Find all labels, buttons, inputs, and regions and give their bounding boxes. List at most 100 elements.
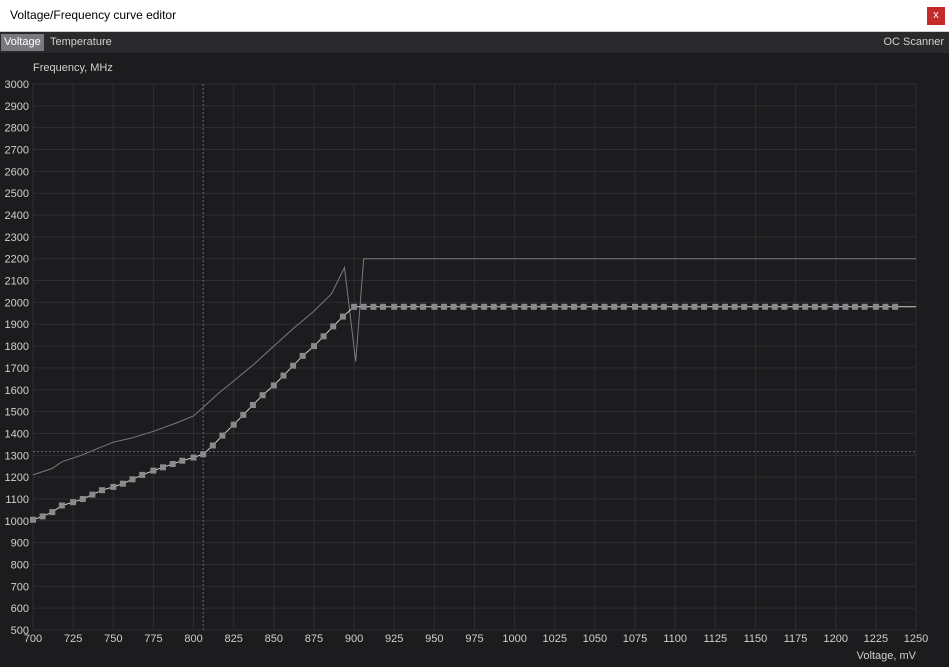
vf-curve-point: [490, 303, 497, 310]
y-tick-label: 2600: [5, 166, 29, 178]
vf-curve-point: [611, 303, 618, 310]
vf-curve-point: [641, 303, 648, 310]
x-tick-label: 900: [345, 633, 363, 645]
x-axis-label: Voltage, mV: [857, 650, 917, 662]
vf-curve-point: [842, 303, 849, 310]
x-tick-label: 800: [184, 633, 202, 645]
tab-temperature[interactable]: Temperature: [47, 34, 115, 51]
x-tick-label: 1225: [864, 633, 888, 645]
vf-curve-point: [882, 303, 889, 310]
vf-curve-point: [179, 457, 186, 464]
vf-curve-point: [852, 303, 858, 310]
y-axis-ticks: 5006007008009001000110012001300140015001…: [5, 79, 29, 637]
vf-curve-point: [110, 483, 117, 490]
vf-curve-point: [169, 461, 176, 467]
vf-curve-point: [129, 476, 136, 483]
vf-curve-point: [320, 333, 327, 340]
x-tick-label: 725: [64, 633, 82, 645]
vf-curve-point: [380, 303, 386, 310]
vf-curve-point: [89, 491, 96, 498]
vf-curve-point: [150, 467, 157, 474]
y-tick-label: 1200: [5, 472, 29, 484]
y-tick-label: 2700: [5, 145, 29, 157]
vf-curve-point: [391, 303, 398, 310]
vf-curve-point: [209, 442, 216, 449]
grid: [32, 83, 917, 631]
vf-curve-point: [481, 303, 488, 310]
vf-curve-point: [270, 382, 277, 389]
vf-curve-point: [691, 303, 698, 310]
vf-curve-point: [601, 303, 608, 310]
vf-curve-point: [299, 352, 306, 359]
vf-curve-point: [58, 502, 65, 509]
y-tick-label: 1800: [5, 341, 29, 353]
vf-curve-point: [561, 303, 568, 310]
vf-curve-point: [551, 303, 558, 310]
vf-curve-point: [872, 303, 879, 310]
y-tick-label: 1500: [5, 407, 29, 419]
vf-curve-point: [280, 372, 287, 379]
vf-curve-chart[interactable]: 5006007008009001000110012001300140015001…: [0, 53, 949, 667]
vf-curve-point: [861, 303, 868, 310]
y-tick-label: 2100: [5, 276, 29, 288]
x-tick-label: 1100: [663, 633, 687, 645]
vf-curve-point: [190, 454, 197, 461]
vf-curve-point: [70, 499, 77, 506]
y-tick-label: 900: [11, 538, 29, 550]
vf-curve-editor-window: Voltage/Frequency curve editor x Voltage…: [0, 0, 949, 667]
y-tick-label: 2300: [5, 232, 29, 244]
vf-curve-point: [99, 487, 105, 494]
vf-curve-point: [802, 303, 809, 310]
vf-curve-point: [441, 303, 447, 310]
y-tick-label: 2400: [5, 210, 29, 222]
vf-curve-point: [471, 303, 478, 310]
tab-bar: Voltage Temperature OC Scanner: [0, 32, 949, 53]
vf-curve-point: [249, 402, 256, 408]
vf-curve-point: [521, 303, 528, 310]
y-tick-label: 1100: [5, 494, 29, 506]
vf-curve-point: [410, 303, 417, 310]
vf-curve-point: [39, 513, 46, 520]
y-tick-label: 1400: [5, 428, 29, 440]
vf-curve-point: [511, 303, 518, 310]
y-tick-label: 1600: [5, 385, 29, 397]
vf-curve-point: [530, 303, 537, 310]
y-tick-label: 1700: [5, 363, 29, 375]
vf-curve-point: [731, 303, 738, 310]
vf-curve-point: [311, 343, 317, 350]
x-tick-label: 700: [24, 633, 42, 645]
vf-curve-point: [771, 303, 778, 310]
y-tick-label: 2500: [5, 188, 29, 200]
y-tick-label: 700: [11, 581, 29, 593]
vf-curve-point: [620, 303, 627, 310]
y-tick-label: 2900: [5, 101, 29, 113]
vf-curve-point: [580, 303, 587, 310]
x-tick-label: 775: [144, 633, 162, 645]
vf-curve-point: [400, 303, 407, 310]
vf-curve-point: [701, 303, 708, 310]
y-tick-label: 1300: [5, 450, 29, 462]
vf-curve-point: [832, 303, 839, 310]
vf-curve-point: [290, 362, 297, 369]
vf-curve-point: [79, 496, 86, 502]
vf-curve-point: [672, 303, 679, 310]
x-tick-label: 875: [305, 633, 323, 645]
tab-voltage[interactable]: Voltage: [1, 34, 44, 51]
x-tick-label: 1175: [784, 633, 808, 645]
vf-curve-point: [712, 303, 719, 310]
vf-curve-point: [741, 303, 748, 310]
vf-curve-point: [792, 303, 799, 310]
oc-scanner-button[interactable]: OC Scanner: [883, 34, 944, 51]
x-tick-label: 975: [465, 633, 483, 645]
vf-curve-point: [420, 303, 427, 310]
vf-curve-point: [30, 516, 36, 523]
vf-curve-point: [722, 303, 728, 310]
vf-curve-point: [351, 303, 358, 310]
x-tick-label: 750: [104, 633, 122, 645]
vf-curve-point: [460, 303, 467, 310]
x-tick-label: 1125: [703, 633, 727, 645]
close-button[interactable]: x: [927, 7, 945, 25]
vf-curve-point: [821, 303, 828, 310]
x-tick-label: 850: [265, 633, 283, 645]
series: [30, 258, 916, 523]
